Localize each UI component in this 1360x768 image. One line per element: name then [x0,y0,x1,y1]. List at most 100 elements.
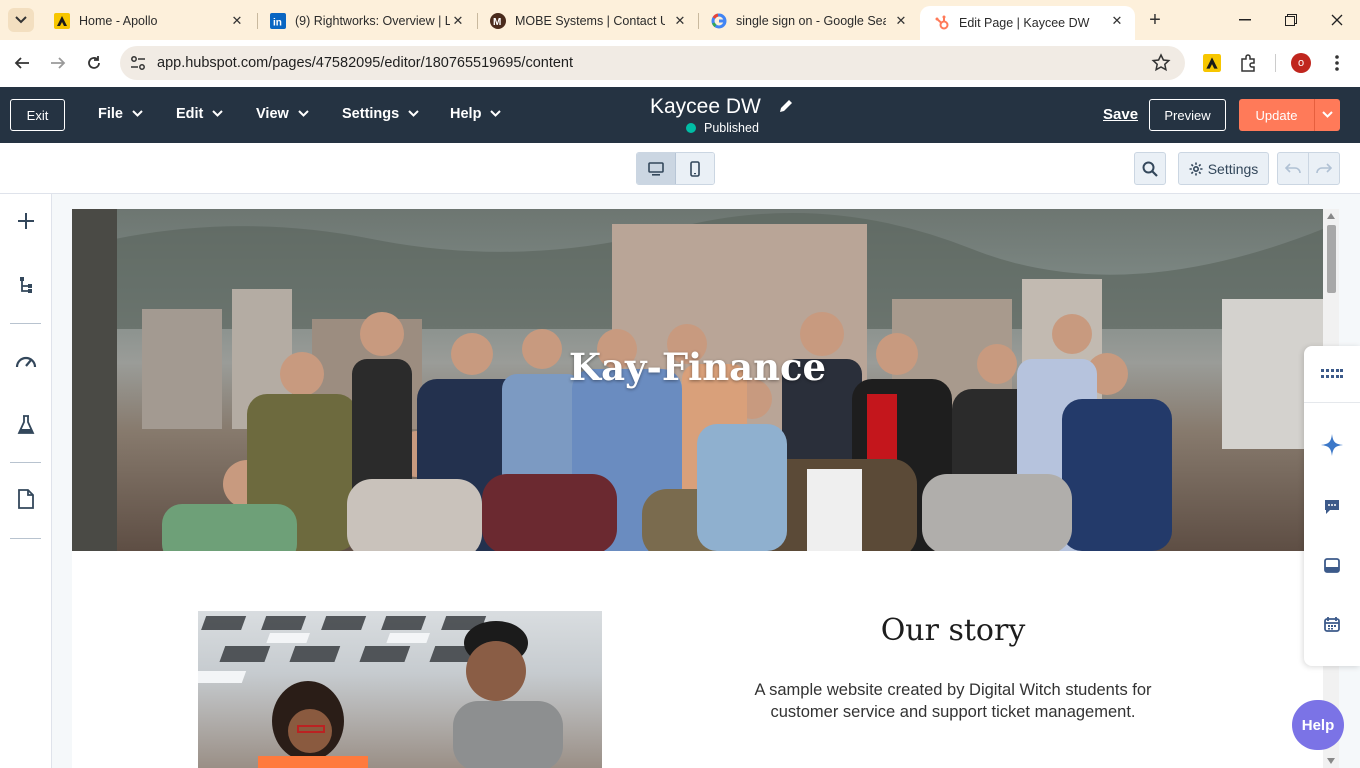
chevron-down-icon [490,110,502,117]
menu-edit[interactable]: Edit [176,106,224,122]
optimize-button[interactable] [13,348,39,374]
undo-icon [1284,162,1301,173]
back-button[interactable] [11,52,33,74]
comments-button[interactable] [1320,495,1344,519]
redo-button[interactable] [1309,153,1339,184]
speedometer-icon [15,356,37,368]
calendar-button[interactable] [1320,612,1344,636]
exit-button[interactable]: Exit [10,99,65,131]
calendar-icon [1324,617,1340,632]
menu-view[interactable]: View [256,106,309,122]
apollo-icon [1203,54,1221,72]
page-title[interactable]: Kaycee DW [650,95,761,119]
site-settings-icon[interactable] [129,54,147,72]
address-bar[interactable]: app.hubspot.com/pages/47582095/editor/18… [120,46,1185,80]
editor-canvas: Kay-Finance Our story A sample website c… [52,194,1360,768]
restore-button[interactable] [1276,8,1306,32]
preview-button[interactable]: Preview [1149,99,1226,131]
close-icon[interactable]: ✕ [1109,13,1125,29]
menu-label: File [98,106,123,122]
close-icon[interactable]: ✕ [672,13,688,29]
undo-button[interactable] [1278,153,1309,184]
reload-button[interactable] [83,52,105,74]
avatar: o [1291,53,1311,73]
desktop-view-button[interactable] [637,153,676,184]
bookmark-star-icon[interactable] [1151,53,1171,73]
minimize-icon [1239,19,1251,21]
left-sidebar [0,194,52,768]
save-button[interactable]: Save [1103,106,1138,123]
story-paragraph[interactable]: A sample website created by Digital Witc… [722,679,1184,723]
test-button[interactable] [13,412,39,438]
profile-avatar[interactable]: o [1290,52,1312,74]
help-button[interactable]: Help [1292,700,1344,750]
page-preview: Kay-Finance Our story A sample website c… [72,209,1323,768]
settings-label: Settings [1207,160,1259,177]
tab-google[interactable]: single sign on - Google Search ✕ [697,6,919,36]
tab-title: (9) Rightworks: Overview | LinkedIn [295,14,450,28]
close-icon[interactable]: ✕ [893,13,909,29]
browser-menu-button[interactable] [1326,52,1348,74]
settings-button[interactable]: Settings [1178,152,1269,185]
story-image[interactable] [198,611,602,768]
ai-assistant-button[interactable] [1320,433,1344,457]
close-icon [1331,14,1343,26]
publish-status: Published [686,121,759,135]
tab-title: Edit Page | Kaycee DW [959,16,1090,30]
scroll-down-arrow-icon[interactable] [1327,758,1335,764]
chevron-down-icon [1322,111,1333,118]
status-label: Published [704,121,759,135]
restore-icon [1285,14,1297,26]
desktop-icon [647,161,664,176]
svg-text:in: in [273,18,282,29]
scrollbar-thumb[interactable] [1327,225,1336,293]
update-button[interactable]: Update [1239,99,1314,131]
status-dot [686,123,696,133]
close-icon[interactable]: ✕ [229,13,245,29]
search-icon [1142,161,1158,177]
menu-file[interactable]: File [98,106,143,122]
mobile-view-button[interactable] [675,153,714,184]
redo-icon [1315,162,1332,173]
puzzle-icon [1241,54,1255,72]
tab-apollo[interactable]: Home - Apollo ✕ [40,6,255,36]
chevron-down-icon [298,110,309,117]
search-button[interactable] [1134,152,1166,185]
tree-structure-icon [20,277,32,293]
story-heading[interactable]: Our story [692,613,1214,648]
hero-banner-image[interactable]: Kay-Finance [72,209,1323,551]
pencil-edit-icon[interactable] [778,98,794,114]
new-tab-button[interactable]: + [1145,9,1165,31]
update-dropdown-button[interactable] [1314,99,1340,131]
right-tool-rail [1304,346,1360,666]
device-preview-toggle [636,152,715,185]
flask-icon [17,415,35,434]
gear-icon [1189,162,1203,175]
tab-search-button[interactable] [8,8,34,32]
apollo-extension-button[interactable] [1201,52,1223,74]
pages-button[interactable] [13,486,39,512]
tab-hubspot-active[interactable]: Edit Page | Kaycee DW ✕ [920,6,1135,40]
menu-help[interactable]: Help [450,106,502,122]
minimize-button[interactable] [1230,8,1260,32]
browser-toolbar: app.hubspot.com/pages/47582095/editor/18… [0,40,1360,87]
layers-button[interactable] [13,272,39,298]
sparkle-icon [1321,434,1343,456]
tab-mobe[interactable]: M MOBE Systems | Contact Us ✕ [476,6,698,36]
hero-title[interactable]: Kay-Finance [72,345,1323,389]
menu-label: Edit [176,106,204,122]
hubspot-icon [934,15,950,31]
close-icon[interactable]: ✕ [450,13,466,29]
document-icon [18,489,34,509]
extensions-button[interactable] [1237,52,1259,74]
browser-tab-strip: Home - Apollo ✕ in (9) Rightworks: Overv… [0,0,1360,40]
apps-grid-button[interactable] [1320,362,1344,386]
menu-label: Settings [342,106,400,122]
close-window-button[interactable] [1322,8,1352,32]
preview-panel-button[interactable] [1320,553,1344,577]
tab-linkedin[interactable]: in (9) Rightworks: Overview | LinkedIn ✕ [256,6,476,36]
scroll-up-arrow-icon[interactable] [1327,213,1335,219]
add-module-button[interactable] [13,208,39,234]
menu-settings[interactable]: Settings [342,106,419,122]
forward-button[interactable] [47,52,69,74]
